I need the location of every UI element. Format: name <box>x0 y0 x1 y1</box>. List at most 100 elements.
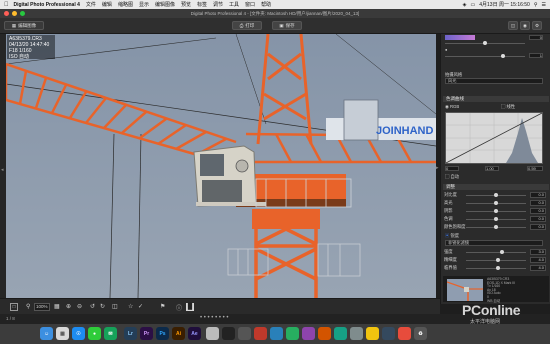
messages-icon[interactable]: ✉ <box>104 327 117 340</box>
menu-help[interactable]: 帮助 <box>261 1 271 8</box>
app-icon-8[interactable] <box>318 327 331 340</box>
illustrator-icon[interactable]: Ai <box>172 327 185 340</box>
wechat-icon[interactable]: ● <box>88 327 101 340</box>
menu-adjust[interactable]: 调节 <box>213 1 223 8</box>
fineness-knob[interactable] <box>496 257 500 262</box>
launchpad-icon[interactable]: ▦ <box>56 327 69 340</box>
hue-value[interactable]: 0.0 <box>530 216 546 222</box>
shadow-value[interactable]: 0.0 <box>530 208 546 214</box>
highlight-knob[interactable] <box>494 200 498 205</box>
info-icon[interactable]: ⓘ <box>176 303 184 312</box>
fit-icon[interactable]: □ <box>10 303 18 311</box>
layout-button[interactable]: ◫ <box>508 21 518 30</box>
finder-icon[interactable]: ☺ <box>40 327 53 340</box>
navigator-thumbnail[interactable] <box>447 279 483 301</box>
mid-slider-track[interactable] <box>445 56 525 57</box>
settings-button[interactable]: ⚙ <box>532 21 542 30</box>
battery-icon[interactable]: ▭ <box>471 2 476 8</box>
app-icon-12[interactable] <box>382 327 395 340</box>
menu-window[interactable]: 窗口 <box>245 1 255 8</box>
slider-shadow[interactable]: 阴影 0.0 <box>444 208 548 214</box>
zoom-out-icon[interactable]: ⊖ <box>77 303 85 311</box>
sharpness-select[interactable]: 非锐化滤镜 <box>445 240 543 246</box>
compare-icon[interactable]: ◫ <box>112 303 120 311</box>
app-icon-13[interactable] <box>398 327 411 340</box>
menu-edit[interactable]: 编辑 <box>102 1 112 8</box>
highlight-warning-icon[interactable]: █ <box>186 303 194 311</box>
slider-fineness[interactable]: 精细度 4.0 <box>444 257 548 263</box>
highlight-value[interactable]: 0.0 <box>530 200 546 206</box>
image-viewer[interactable]: JOINHAND <box>6 34 436 298</box>
menu-list-icon[interactable]: ☰ <box>542 2 546 8</box>
auto-checkbox[interactable]: ▢ 自动 <box>445 174 459 180</box>
expand-left-icon[interactable]: ◂ <box>1 167 4 173</box>
strength-value[interactable]: 3.0 <box>530 249 546 255</box>
lightroom-icon[interactable]: Lr <box>124 327 137 340</box>
wifi-icon[interactable]: ◈ <box>463 2 467 8</box>
menu-preview[interactable]: 预览 <box>181 1 191 8</box>
aftereffects-icon[interactable]: Ae <box>188 327 201 340</box>
tool-palette-button[interactable]: ◉ <box>520 21 530 30</box>
slider-hue[interactable]: 色调 0.0 <box>444 216 548 222</box>
histogram[interactable] <box>445 112 543 164</box>
app-icon-11[interactable] <box>366 327 379 340</box>
linear-checkbox[interactable]: ▢ 线性 <box>501 104 515 110</box>
app-icon-6[interactable] <box>286 327 299 340</box>
mid-slider-knob[interactable] <box>501 54 505 58</box>
app-icon-1[interactable] <box>206 327 219 340</box>
flag-icon[interactable]: ⚑ <box>160 303 168 311</box>
contrast-knob[interactable] <box>494 192 498 197</box>
slider-threshold[interactable]: 临界值 4.0 <box>444 265 548 271</box>
top-value-0[interactable]: 0 <box>529 35 543 40</box>
menu-edit-image[interactable]: 编辑图像 <box>155 1 175 8</box>
search-icon[interactable]: ⚲ <box>534 2 538 8</box>
app-icon-5[interactable] <box>270 327 283 340</box>
levels-in[interactable]: 0 <box>445 166 459 171</box>
app-menu[interactable]: Digital Photo Professional 4 <box>14 2 80 8</box>
rating-icon[interactable]: ☆ <box>128 303 136 311</box>
fineness-value[interactable]: 4.0 <box>530 257 546 263</box>
app-icon-2[interactable] <box>222 327 235 340</box>
app-icon-4[interactable] <box>254 327 267 340</box>
saturation-value[interactable]: 0.0 <box>530 224 546 230</box>
threshold-knob[interactable] <box>496 265 500 270</box>
adjust-header[interactable]: 调整 <box>443 184 549 190</box>
check-icon[interactable]: ✓ <box>138 303 146 311</box>
clock[interactable]: 4月13日 周一 15:16:50 <box>479 1 530 8</box>
slider-strength[interactable]: 强度 3.0 <box>444 249 548 255</box>
photoshop-icon[interactable]: Ps <box>156 327 169 340</box>
edit-image-tab[interactable]: ▦ 编辑图像 <box>4 21 44 30</box>
menu-thumbnail[interactable]: 缩略图 <box>118 1 133 8</box>
contrast-value[interactable]: 0.0 <box>530 192 546 198</box>
app-icon-3[interactable] <box>238 327 251 340</box>
menu-tools[interactable]: 工具 <box>229 1 239 8</box>
navigator[interactable]: A63I5379.CR3 EOS-1D X Mark III Tv 1/160 … <box>443 276 549 302</box>
levels-mid[interactable]: 1.00 <box>485 166 499 171</box>
top-value-1[interactable]: 1 <box>529 53 543 58</box>
sharpness-checkbox[interactable]: ▣ 锐度 <box>445 233 459 239</box>
strength-knob[interactable] <box>500 249 504 254</box>
trash-icon[interactable]: ♻ <box>414 327 427 340</box>
top-slider-knob[interactable] <box>483 41 487 45</box>
save-button[interactable]: ▣ 保存 <box>272 21 302 30</box>
color-swatch[interactable] <box>445 35 475 40</box>
print-button[interactable]: ⎙ 打印 <box>232 21 262 30</box>
levels-out[interactable]: 0.59 <box>527 166 543 171</box>
zoom-in-icon[interactable]: ⊕ <box>66 303 74 311</box>
rgb-radio[interactable]: ◉ RGB <box>445 104 459 110</box>
shadow-knob[interactable] <box>494 208 498 213</box>
strength-track[interactable] <box>466 251 526 253</box>
premiere-icon[interactable]: Pr <box>140 327 153 340</box>
app-icon-9[interactable] <box>334 327 347 340</box>
app-icon-10[interactable] <box>350 327 363 340</box>
threshold-value[interactable]: 4.0 <box>530 265 546 271</box>
tone-curve-header[interactable]: 色调曲线 <box>443 96 549 102</box>
hue-knob[interactable] <box>494 216 498 221</box>
style-select[interactable]: 风光 <box>445 78 543 84</box>
slider-highlight[interactable]: 高光 0.0 <box>444 200 548 206</box>
menu-view[interactable]: 显示 <box>139 1 149 8</box>
saturation-knob[interactable] <box>494 224 498 229</box>
zoom-icon[interactable]: ⚲ <box>26 303 32 311</box>
rotate-right-icon[interactable]: ↻ <box>100 303 108 311</box>
safari-icon[interactable]: ☉ <box>72 327 85 340</box>
